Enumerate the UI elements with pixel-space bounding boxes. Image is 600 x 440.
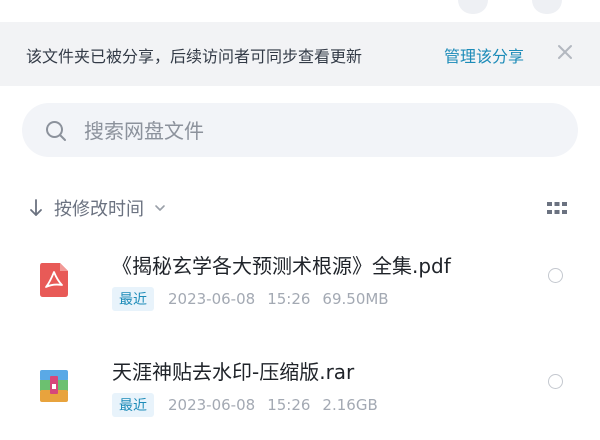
close-icon[interactable] xyxy=(552,39,578,65)
file-meta: 最近 2023-06-08 15:26 2.16GB xyxy=(112,393,378,417)
share-notice-banner: 该文件夹已被分享，后续访问者可同步查看更新 管理该分享 xyxy=(0,22,600,86)
file-time: 15:26 xyxy=(267,396,311,414)
archive-file-icon xyxy=(40,370,68,402)
file-list-item[interactable]: 天涯神贴去水印-压缩版.rar 最近 2023-06-08 15:26 2.16… xyxy=(0,340,600,440)
file-name: 天涯神贴去水印-压缩版.rar xyxy=(112,360,355,384)
file-time: 15:26 xyxy=(267,290,311,308)
pdf-file-icon xyxy=(40,263,68,297)
file-date: 2023-06-08 xyxy=(168,396,256,414)
arrow-down-icon xyxy=(30,199,42,216)
recent-badge: 最近 xyxy=(112,393,154,417)
share-notice-text: 该文件夹已被分享，后续访问者可同步查看更新 xyxy=(26,47,363,66)
search-icon xyxy=(46,121,66,141)
file-size: 69.50MB xyxy=(322,290,389,308)
select-radio[interactable] xyxy=(548,374,563,389)
search-bar[interactable] xyxy=(22,103,578,159)
top-action-icon[interactable] xyxy=(532,0,562,14)
file-list-item[interactable]: 《揭秘玄学各大预测术根源》全集.pdf 最近 2023-06-08 15:26 … xyxy=(0,234,600,334)
search-input[interactable] xyxy=(82,103,556,159)
select-radio[interactable] xyxy=(548,268,563,283)
grid-view-icon[interactable] xyxy=(546,200,568,216)
top-action-icon[interactable] xyxy=(458,0,488,14)
file-size: 2.16GB xyxy=(322,396,378,414)
file-date: 2023-06-08 xyxy=(168,290,256,308)
manage-share-link[interactable]: 管理该分享 xyxy=(444,43,524,67)
sort-label: 按修改时间 xyxy=(54,199,144,220)
top-bar-remnant xyxy=(0,0,600,22)
file-name: 《揭秘玄学各大预测术根源》全集.pdf xyxy=(112,254,451,278)
sort-selector[interactable]: 按修改时间 xyxy=(28,193,167,223)
chevron-down-icon xyxy=(155,205,165,211)
file-meta: 最近 2023-06-08 15:26 69.50MB xyxy=(112,287,389,311)
recent-badge: 最近 xyxy=(112,287,154,311)
